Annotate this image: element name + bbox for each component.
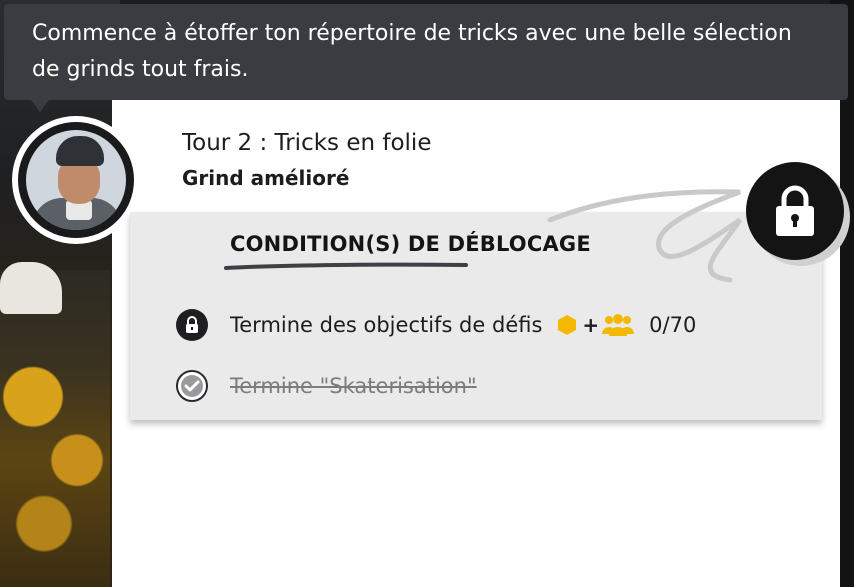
- padlock-icon: [776, 185, 814, 236]
- speech-bubble: Commence à étoffer ton répertoire de tri…: [4, 4, 848, 100]
- condition-row: Termine des objectifs de défis + 0/70: [176, 309, 696, 341]
- challenge-title: Tour 2 : Tricks en folie: [182, 130, 432, 156]
- condition-label: Termine des objectifs de défis: [230, 313, 543, 337]
- heading-underline: [224, 262, 468, 270]
- group-icon: [602, 314, 635, 336]
- condition-row: Termine "Skaterisation": [176, 370, 477, 402]
- plus-sign: +: [582, 313, 600, 337]
- lock-icon: [176, 309, 208, 341]
- background-character: [0, 270, 110, 587]
- speech-text: Commence à étoffer ton répertoire de tri…: [32, 21, 792, 82]
- avatar: [18, 122, 134, 238]
- check-icon: [176, 370, 208, 402]
- unlock-heading: CONDITION(S) DE DÉBLOCAGE: [230, 232, 591, 256]
- background-cap: [0, 262, 62, 314]
- speech-bubble-tail: [28, 96, 52, 112]
- lock-badge: [746, 162, 844, 260]
- condition-progress: 0/70: [649, 313, 697, 337]
- condition-label: Termine "Skaterisation": [230, 374, 477, 398]
- challenge-subtitle: Grind amélioré: [182, 166, 350, 190]
- challenge-token-icon: [558, 315, 577, 335]
